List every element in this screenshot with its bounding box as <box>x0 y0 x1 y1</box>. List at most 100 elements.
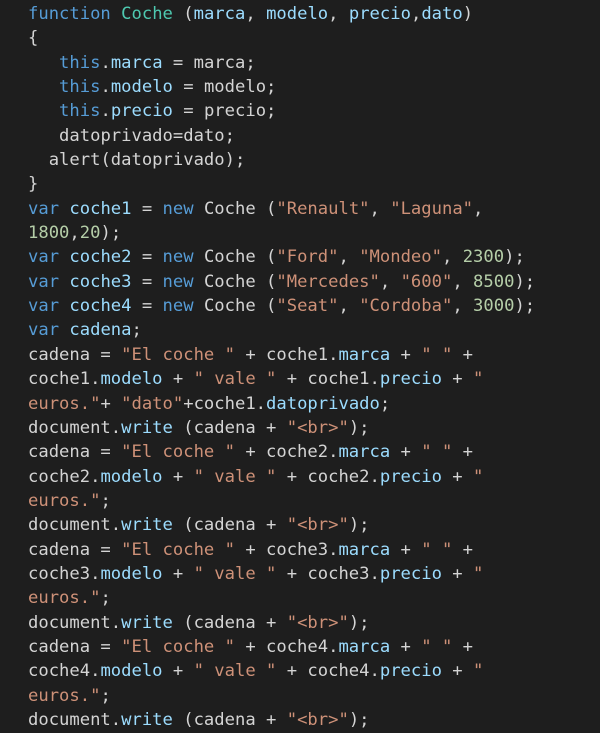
code-token: ); <box>514 296 536 317</box>
code-token: coche1. <box>28 369 101 390</box>
code-token: this <box>59 101 101 122</box>
code-token: cadena = <box>28 539 122 560</box>
code-token: + coche2. <box>276 466 380 487</box>
code-token: = <box>162 52 194 73</box>
code-token: "Mondeo" <box>359 247 442 268</box>
code-token: Coche <box>121 4 173 24</box>
code-token: + <box>162 466 194 487</box>
code-token: new <box>162 247 194 268</box>
code-line: } <box>28 172 535 196</box>
code-token: + <box>441 563 473 584</box>
code-token: modelo <box>100 369 163 390</box>
code-token: cadena = <box>28 636 122 657</box>
code-line: cadena = "El coche " + coche3.marca + " … <box>28 538 535 562</box>
code-token: write <box>121 515 173 536</box>
code-token: Coche ( <box>193 247 277 268</box>
code-token: 2300 <box>462 247 505 268</box>
code-token: precio <box>379 563 442 584</box>
code-token: ; <box>131 320 142 341</box>
code-line: euros."; <box>28 586 535 610</box>
code-token: + <box>390 539 422 560</box>
code-token: " vale " <box>193 466 277 487</box>
code-line: coche4.modelo + " vale " + coche4.precio… <box>28 659 535 683</box>
code-token: precio <box>379 466 442 487</box>
code-token: " <box>473 369 484 390</box>
code-token: this <box>59 52 101 73</box>
code-token: = <box>172 101 204 122</box>
code-token: coche4 <box>69 296 132 317</box>
code-token: " vale " <box>193 563 277 584</box>
code-line: function Coche (marca, modelo, precio,da… <box>28 2 535 26</box>
code-token: 20 <box>79 223 101 244</box>
code-token: datoprivado=dato; <box>59 125 235 146</box>
code-token: + coche3. <box>276 563 380 584</box>
code-token: " <box>473 661 484 682</box>
code-line: cadena = "El coche " + coche4.marca + " … <box>28 635 535 659</box>
code-token: document. <box>28 612 122 633</box>
code-line: document.write (cadena + "<br>"); <box>28 611 535 635</box>
code-token: , <box>245 4 267 24</box>
code-token: "<br>" <box>286 612 349 633</box>
code-token: euros." <box>28 393 101 414</box>
code-token: cadena <box>69 320 132 341</box>
code-token: , <box>452 271 474 292</box>
code-token: ; <box>379 393 391 414</box>
code-token: + <box>452 442 473 463</box>
code-token: " " <box>421 539 453 560</box>
code-token: document. <box>28 417 122 438</box>
code-token: , <box>69 223 80 244</box>
code-token: = <box>172 77 204 98</box>
code-line: datoprivado=dato; <box>28 124 535 148</box>
code-token: function <box>28 4 111 24</box>
code-token: this <box>59 77 101 98</box>
code-token: coche2. <box>28 466 101 487</box>
code-token: coche3 <box>69 271 132 292</box>
code-token: , <box>473 198 484 219</box>
code-line: alert(datoprivado); <box>28 148 535 172</box>
code-token: ) <box>462 4 474 24</box>
code-token: . <box>100 52 111 73</box>
code-line: cadena = "El coche " + coche1.marca + " … <box>28 343 535 367</box>
code-token: +coche1. <box>183 393 267 414</box>
code-token: "Renault" <box>276 198 370 219</box>
code-token: + <box>162 563 194 584</box>
code-token: modelo <box>266 4 329 24</box>
code-token: Coche ( <box>193 296 277 317</box>
code-token: coche1 <box>69 198 132 219</box>
code-token: , <box>452 296 474 317</box>
code-token: " vale " <box>193 369 277 390</box>
code-token: precio; <box>203 101 277 122</box>
code-token: precio <box>379 661 442 682</box>
code-token: precio <box>379 369 442 390</box>
code-token: marca <box>110 52 163 73</box>
code-token: (cadena + <box>172 417 287 438</box>
code-token: new <box>162 296 194 317</box>
code-token: document. <box>28 709 122 730</box>
code-token: new <box>162 198 194 219</box>
code-token: "<br>" <box>286 417 349 438</box>
code-token: ); <box>348 417 370 438</box>
code-token: marca <box>338 539 391 560</box>
code-line: var coche3 = new Coche ("Mercedes", "600… <box>28 270 535 294</box>
code-token: "El coche " <box>121 344 235 365</box>
code-line: cadena = "El coche " + coche2.marca + " … <box>28 440 535 464</box>
code-token: modelo <box>100 563 163 584</box>
code-text-area[interactable]: function Coche ( marca, modelo, precio, da… <box>28 2 535 732</box>
code-line: { <box>28 26 535 50</box>
code-token: var <box>28 271 60 292</box>
code-editor[interactable]: function Coche ( marca, modelo, precio, da… <box>0 0 600 733</box>
code-token: " vale " <box>193 661 277 682</box>
code-token: modelo <box>100 466 163 487</box>
code-token: , <box>441 247 463 268</box>
code-token: ); <box>348 709 370 730</box>
code-token: euros." <box>28 588 101 609</box>
code-token: + coche1. <box>234 344 339 365</box>
code-token: + coche3. <box>234 539 339 560</box>
code-line: var coche4 = new Coche ("Seat", "Cordoba… <box>28 294 535 318</box>
code-token: = <box>131 247 163 268</box>
code-token: + <box>390 344 422 365</box>
